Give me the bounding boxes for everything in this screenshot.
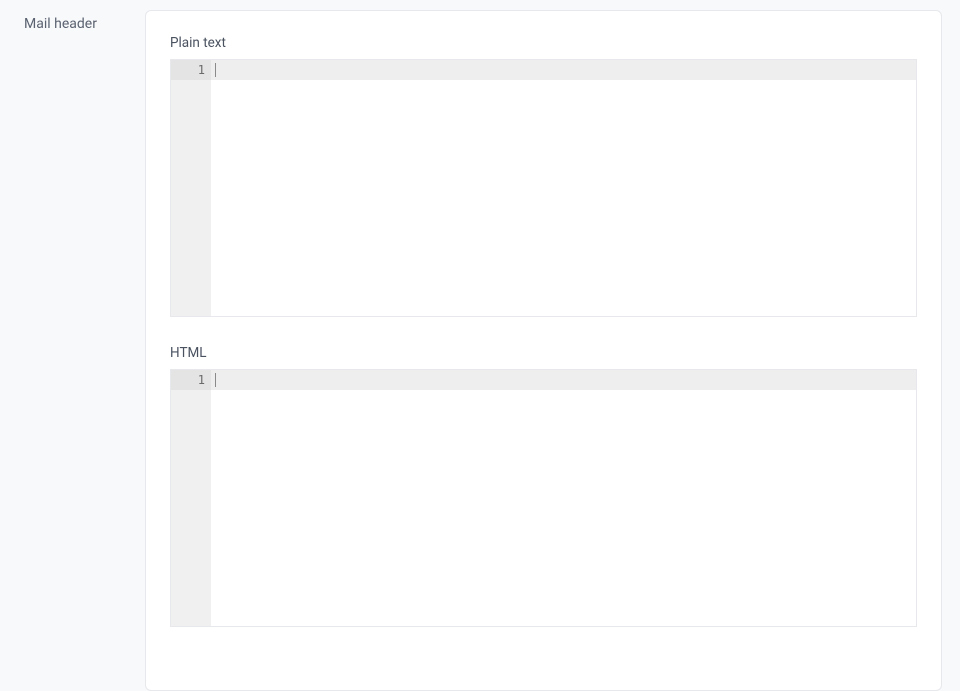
html-editor-body — [171, 390, 916, 626]
plain-text-line-number: 1 — [198, 60, 205, 80]
html-line-number: 1 — [198, 370, 205, 390]
layout-root: Mail header Plain text 1 — [0, 0, 960, 691]
plain-text-line-1-area[interactable] — [211, 60, 916, 80]
html-body-area[interactable] — [211, 390, 916, 626]
plain-text-editor-block: Plain text 1 — [170, 35, 917, 317]
section-title: Mail header — [24, 16, 145, 32]
html-editor[interactable]: 1 — [170, 369, 917, 627]
plain-text-editor[interactable]: 1 — [170, 59, 917, 317]
main-panel: Plain text 1 HTML — [145, 10, 942, 691]
plain-text-cursor-icon — [215, 63, 216, 77]
plain-text-editor-line-1: 1 — [171, 60, 916, 80]
plain-text-body-area[interactable] — [211, 80, 916, 316]
html-cursor-icon — [215, 373, 216, 387]
html-label: HTML — [170, 345, 917, 361]
html-gutter: 1 — [171, 370, 211, 390]
plain-text-gutter-body — [171, 80, 211, 316]
sidebar: Mail header — [0, 10, 145, 691]
html-gutter-body — [171, 390, 211, 626]
html-line-1-area[interactable] — [211, 370, 916, 390]
plain-text-editor-body — [171, 80, 916, 316]
plain-text-label: Plain text — [170, 35, 917, 51]
html-editor-line-1: 1 — [171, 370, 916, 390]
html-editor-block: HTML 1 — [170, 345, 917, 627]
plain-text-gutter: 1 — [171, 60, 211, 80]
